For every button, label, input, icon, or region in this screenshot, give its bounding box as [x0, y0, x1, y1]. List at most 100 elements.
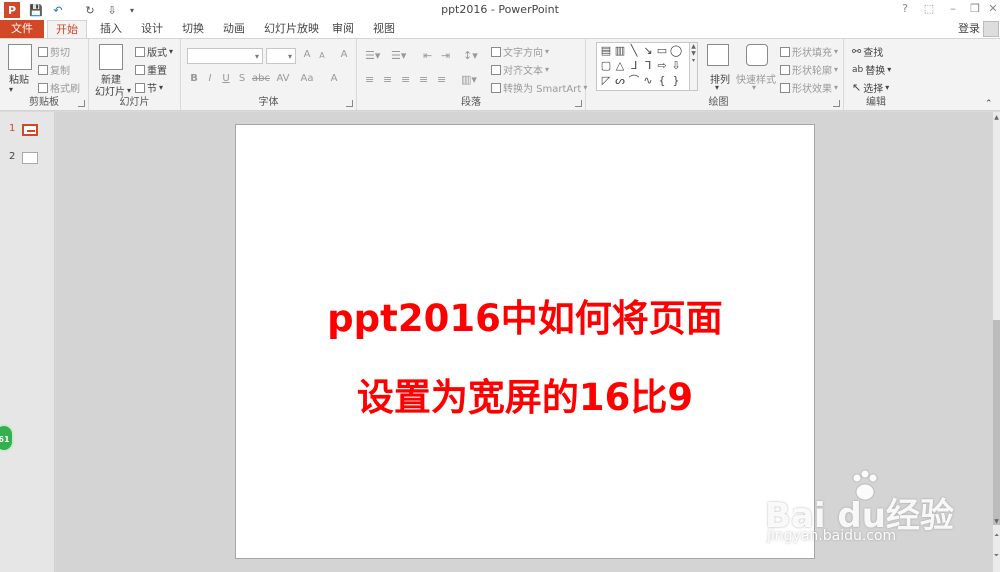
thumbnail-number: 1	[9, 123, 16, 134]
arrange-dropdown-icon[interactable]: ▾	[715, 83, 719, 92]
shapes-gallery[interactable]: ▤ ▥ ╲ ↘ ▭ ◯ ▢ △ ᒧ ᒣ ⇨ ⇩ ◸ ᔕ ⌒ ∿ { } ▲ ▼ ▾	[596, 42, 698, 91]
bold-button[interactable]: B	[187, 73, 201, 84]
slide-thumbnail-2[interactable]	[22, 152, 38, 164]
arrow-line-shape-icon[interactable]: ↘	[641, 44, 655, 58]
align-right-icon[interactable]: ≡	[401, 73, 410, 86]
tab-design[interactable]: 设计	[139, 20, 165, 38]
floating-badge[interactable]: 61	[0, 424, 14, 452]
line-shape-icon[interactable]: ╲	[627, 44, 641, 58]
bullets-icon[interactable]: ☰▾	[365, 49, 380, 62]
numbering-icon[interactable]: ☰▾	[391, 49, 406, 62]
quick-styles-dropdown-icon[interactable]: ▾	[752, 83, 756, 92]
elbow-connector-shape-icon[interactable]: ᒧ	[627, 59, 641, 73]
align-left-icon[interactable]: ≡	[365, 73, 374, 86]
freeform-shape-icon[interactable]: ◸	[599, 74, 613, 88]
reset-button[interactable]: 重置	[135, 62, 167, 77]
slide-canvas[interactable]: ppt2016中如何将页面 设置为宽屏的16比9	[235, 124, 815, 559]
elbow-arrow-shape-icon[interactable]: ᒣ	[641, 59, 655, 73]
grow-font-button[interactable]: A	[300, 49, 314, 60]
font-launcher-icon[interactable]	[346, 100, 353, 107]
tab-file[interactable]: 文件	[0, 20, 44, 38]
left-brace-shape-icon[interactable]: {	[655, 74, 669, 88]
line-spacing-icon[interactable]: ↕▾	[463, 49, 478, 62]
font-color-button[interactable]: A	[327, 73, 341, 84]
align-text-icon	[491, 64, 501, 75]
align-center-icon[interactable]: ≡	[383, 73, 392, 86]
drawing-group: ▤ ▥ ╲ ↘ ▭ ◯ ▢ △ ᒧ ᒣ ⇨ ⇩ ◸ ᔕ ⌒ ∿ { } ▲ ▼ ▾ …	[594, 39, 844, 110]
layout-button[interactable]: 版式 ▾	[135, 44, 173, 59]
rectangle-shape-icon[interactable]: ▭	[655, 44, 669, 58]
scroll-up-arrow-icon[interactable]: ▲	[993, 114, 1000, 121]
next-slide-icon[interactable]: ⏷	[993, 552, 1000, 560]
text-shadow-button[interactable]: S	[235, 73, 249, 84]
binoculars-icon: ⚯	[852, 45, 862, 58]
ribbon-display-button[interactable]: ⬚	[916, 1, 942, 17]
columns-icon[interactable]: ▥▾	[461, 73, 477, 86]
scrollbar-thumb[interactable]	[993, 320, 1000, 525]
textbox-shape-icon[interactable]: ▤	[599, 44, 613, 58]
clipboard-launcher-icon[interactable]	[78, 100, 85, 107]
tab-home[interactable]: 开始	[47, 20, 87, 38]
curve-shape-icon[interactable]: ᔕ	[613, 74, 627, 88]
drawing-launcher-icon[interactable]	[833, 100, 840, 107]
arrange-icon[interactable]	[707, 44, 729, 66]
cut-button[interactable]: 剪切	[38, 44, 70, 59]
character-spacing-button[interactable]: AV	[273, 73, 293, 84]
new-slide-icon[interactable]	[99, 44, 123, 70]
down-arrow-shape-icon[interactable]: ⇩	[669, 59, 683, 73]
wave-shape-icon[interactable]: ∿	[641, 74, 655, 88]
decrease-indent-icon[interactable]: ⇤	[423, 49, 432, 62]
slide-thumbnail-1[interactable]	[22, 124, 38, 136]
shrink-font-button[interactable]: A	[315, 51, 329, 60]
collapse-ribbon-icon[interactable]: ⌃	[985, 99, 993, 109]
oval-shape-icon[interactable]: ◯	[669, 44, 683, 58]
underline-button[interactable]: U	[219, 73, 233, 84]
paragraph-launcher-icon[interactable]	[575, 100, 582, 107]
user-avatar-icon[interactable]	[983, 21, 999, 37]
change-case-button[interactable]: Aa	[297, 73, 317, 84]
shape-fill-button[interactable]: 形状填充 ▾	[780, 44, 838, 59]
font-name-field[interactable]: ▾	[187, 48, 263, 64]
quick-styles-icon[interactable]	[746, 44, 768, 66]
italic-button[interactable]: I	[203, 73, 217, 84]
slide-title-line-2[interactable]: 设置为宽屏的16比9	[236, 367, 814, 421]
slide-title-line-1[interactable]: ppt2016中如何将页面	[236, 288, 814, 342]
arrange-button[interactable]: 排列	[710, 71, 730, 86]
distributed-icon[interactable]: ≡	[437, 73, 446, 86]
find-button[interactable]: ⚯ 查找	[852, 44, 883, 59]
triangle-shape-icon[interactable]: △	[613, 59, 627, 73]
justify-icon[interactable]: ≡	[419, 73, 428, 86]
close-button[interactable]: ✕	[980, 1, 1000, 17]
tab-transitions[interactable]: 切换	[180, 20, 206, 38]
clear-formatting-button[interactable]: A	[337, 49, 351, 60]
paste-icon[interactable]	[8, 44, 32, 70]
font-name-dropdown-icon[interactable]: ▾	[255, 52, 259, 61]
paste-button[interactable]: 粘贴	[9, 71, 29, 86]
text-direction-button[interactable]: 文字方向 ▾	[491, 44, 549, 59]
editing-group-label: 编辑	[866, 97, 886, 108]
align-text-button[interactable]: 对齐文本 ▾	[491, 62, 549, 77]
font-size-dropdown-icon[interactable]: ▾	[288, 52, 292, 61]
tab-slideshow[interactable]: 幻灯片放映	[262, 20, 321, 38]
login-link[interactable]: 登录	[958, 20, 980, 38]
tab-view[interactable]: 视图	[371, 20, 397, 38]
right-brace-shape-icon[interactable]: }	[669, 74, 683, 88]
replace-button[interactable]: ab 替换 ▾	[852, 62, 891, 78]
vertical-textbox-shape-icon[interactable]: ▥	[613, 44, 627, 58]
tab-insert[interactable]: 插入	[98, 20, 124, 38]
help-button[interactable]: ?	[892, 1, 918, 17]
tab-animations[interactable]: 动画	[221, 20, 247, 38]
scroll-down-arrow-icon[interactable]: ▼	[993, 518, 1000, 525]
shapes-gallery-scroll[interactable]: ▲ ▼ ▾	[689, 43, 697, 90]
font-size-field[interactable]: ▾	[266, 48, 296, 64]
shape-outline-button[interactable]: 形状轮廓 ▾	[780, 62, 838, 77]
increase-indent-icon[interactable]: ⇥	[441, 49, 450, 62]
copy-button[interactable]: 复制	[38, 62, 70, 77]
previous-slide-icon[interactable]: ⏶	[993, 532, 1000, 540]
strikethrough-button[interactable]: abc	[251, 73, 271, 84]
arc-shape-icon[interactable]: ⌒	[627, 74, 641, 88]
tab-review[interactable]: 审阅	[330, 20, 356, 38]
vertical-scrollbar[interactable]: ▲ ▼ ⏶ ⏷	[993, 112, 1000, 572]
right-arrow-shape-icon[interactable]: ⇨	[655, 59, 669, 73]
rounded-rectangle-shape-icon[interactable]: ▢	[599, 59, 613, 73]
